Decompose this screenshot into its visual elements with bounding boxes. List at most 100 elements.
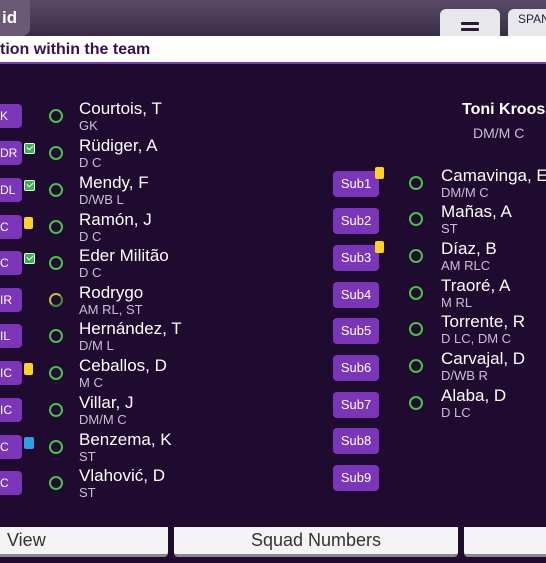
sub-slot-button[interactable]: Sub6: [333, 355, 379, 381]
sub-slot-button[interactable]: Sub3: [333, 241, 384, 271]
player-positions: D C: [79, 155, 102, 170]
substitute-row[interactable]: Traoré, AM RL: [405, 276, 546, 314]
bottom-bar: View Squad Numbers: [0, 527, 546, 563]
selected-player-name: Toni Kroos: [462, 101, 546, 118]
position-slot-button[interactable]: C: [0, 215, 22, 239]
substitute-row[interactable]: Mañas, A ST: [405, 202, 546, 240]
position-slot-button[interactable]: C: [0, 471, 22, 495]
player-positions: ST: [441, 221, 458, 236]
club-tab[interactable]: id: [0, 0, 30, 36]
position-slot-button[interactable]: IR: [0, 288, 22, 312]
player-positions: ST: [79, 449, 96, 464]
player-positions: D/WB R: [441, 368, 488, 383]
player-name[interactable]: Rüdiger, A: [79, 136, 157, 156]
player-name[interactable]: Benzema, K: [79, 430, 172, 450]
sub-slot-label: Sub5: [340, 323, 372, 338]
player-name[interactable]: Mañas, A: [441, 202, 512, 222]
blue-status-icon: [24, 437, 34, 449]
player-positions: M C: [79, 375, 103, 390]
player-name[interactable]: Rodrygo: [79, 283, 143, 303]
position-slot-button[interactable]: IC: [0, 361, 22, 385]
substitute-row[interactable]: Carvajal, D D/WB R: [405, 349, 546, 387]
position-slot-button[interactable]: C: [0, 251, 22, 275]
player-name[interactable]: Hernández, T: [79, 319, 182, 339]
sub-slot-button[interactable]: Sub4: [333, 282, 379, 308]
starter-row[interactable]: DL Mendy, F D/WB L: [0, 172, 250, 208]
starter-row[interactable]: C Eder Militão D C: [0, 245, 250, 281]
fitness-ring-icon: [49, 256, 63, 270]
starter-row[interactable]: C Ramón, JD C: [0, 209, 250, 245]
fitness-ring-icon: [49, 109, 63, 123]
player-positions: D/M L: [79, 338, 114, 353]
fitness-ring-icon: [49, 403, 63, 417]
fitness-ring-icon: [409, 359, 423, 373]
sub-slot-button[interactable]: Sub5: [333, 318, 379, 344]
squad-numbers-button[interactable]: Squad Numbers: [174, 527, 458, 557]
section-header: tion within the team: [0, 36, 546, 64]
player-name[interactable]: Díaz, B: [441, 239, 497, 259]
player-name[interactable]: Ramón, J: [79, 210, 152, 230]
substitute-row[interactable]: Camavinga, E DM/M C: [405, 166, 546, 204]
sub-slot-button[interactable]: Sub8: [333, 428, 379, 454]
sub-slot-button[interactable]: Sub1: [333, 167, 384, 197]
fitness-ring-icon: [49, 183, 63, 197]
extra-button[interactable]: [464, 527, 546, 557]
position-slot-button[interactable]: DR: [0, 141, 22, 165]
position-slot-button[interactable]: IL: [0, 324, 22, 348]
fitness-ring-icon: [49, 476, 63, 490]
green-status-icon: [24, 143, 35, 154]
player-positions: DM/M C: [79, 412, 127, 427]
view-button[interactable]: View: [0, 527, 168, 557]
fitness-ring-icon: [49, 440, 63, 454]
starter-row[interactable]: K Courtois, T GK: [0, 98, 250, 134]
player-positions: D C: [79, 265, 102, 280]
player-name[interactable]: Vlahović, D: [79, 466, 165, 486]
starter-row[interactable]: IC Villar, J DM/M C: [0, 392, 250, 428]
sub-slot-label: Sub8: [340, 433, 372, 448]
player-positions: D LC, DM C: [441, 331, 512, 346]
sub-slot-label: Sub3: [340, 250, 372, 265]
substitute-row[interactable]: Alaba, DD LC: [405, 386, 546, 424]
player-positions: DM/M C: [441, 185, 489, 200]
player-name[interactable]: Villar, J: [79, 393, 134, 413]
player-name[interactable]: Torrente, R: [441, 312, 525, 332]
player-positions: M RL: [441, 295, 473, 310]
position-slot-button[interactable]: K: [0, 104, 22, 128]
fitness-ring-icon: [49, 220, 63, 234]
player-name[interactable]: Ceballos, D: [79, 356, 167, 376]
player-name[interactable]: Eder Militão: [79, 246, 169, 266]
substitute-row[interactable]: Torrente, RD LC, DM C: [405, 312, 546, 350]
position-slot-button[interactable]: C: [0, 435, 22, 459]
sub-slot-button[interactable]: Sub7: [333, 392, 379, 418]
fitness-ring-icon: [49, 366, 63, 380]
sub-slot-button[interactable]: Sub2: [333, 208, 379, 234]
player-positions: D/WB L: [79, 192, 124, 207]
player-name[interactable]: Alaba, D: [441, 386, 506, 406]
top-bar: id SPAN: [0, 0, 546, 41]
player-positions: D C: [79, 229, 102, 244]
substitute-row[interactable]: Díaz, B AM RLC: [405, 239, 546, 277]
sub-slot-label: Sub1: [340, 176, 372, 191]
player-name[interactable]: Traoré, A: [441, 276, 510, 296]
player-name[interactable]: Courtois, T: [79, 99, 162, 119]
hamburger-icon-line: [461, 28, 479, 31]
starter-row[interactable]: C Vlahović, D ST: [0, 465, 250, 501]
player-name[interactable]: Carvajal, D: [441, 349, 525, 369]
player-positions: ST: [79, 485, 96, 500]
sub-slot-label: Sub2: [340, 213, 372, 228]
fitness-ring-icon: [409, 249, 423, 263]
player-name[interactable]: Camavinga, E: [441, 166, 546, 186]
player-positions: D LC: [441, 405, 471, 420]
starter-row[interactable]: C Benzema, K ST: [0, 429, 250, 465]
starter-row[interactable]: IC Ceballos, DM C: [0, 355, 250, 391]
position-slot-button[interactable]: DL: [0, 178, 22, 202]
sub-slot-button[interactable]: Sub9: [333, 465, 379, 491]
starter-row[interactable]: IR Rodrygo AM RL, ST: [0, 282, 250, 318]
fitness-ring-icon: [49, 293, 63, 307]
starter-row[interactable]: IL Hernández, T D/M L: [0, 318, 250, 354]
yellow-status-icon: [375, 167, 384, 179]
starter-row[interactable]: DR Rüdiger, AD C: [0, 135, 250, 171]
player-name[interactable]: Mendy, F: [79, 173, 149, 193]
fitness-ring-icon: [409, 396, 423, 410]
position-slot-button[interactable]: IC: [0, 398, 22, 422]
